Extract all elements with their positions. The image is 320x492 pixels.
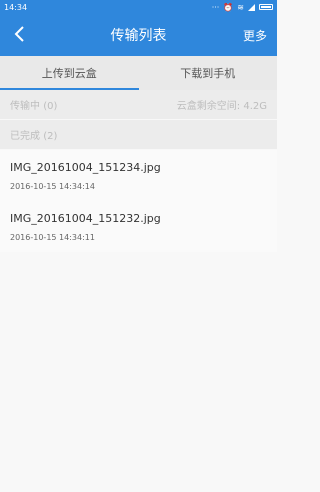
signal-icon — [248, 3, 255, 11]
in-progress-count: (0) — [43, 101, 58, 112]
status-bar: 14:34 ··· ⏰ ≋ — [0, 0, 277, 14]
in-progress-section: 传输中 (0) 云盒剩余空间: 4.2G — [0, 90, 277, 119]
completed-label-group: 已完成 (2) — [10, 127, 57, 142]
status-time: 14:34 — [4, 2, 28, 12]
in-progress-label: 传输中 — [10, 101, 40, 112]
tab-label: 下载到手机 — [180, 67, 236, 80]
in-progress-label-group: 传输中 (0) — [10, 97, 57, 112]
page-title: 传输列表 — [110, 28, 167, 44]
file-name: IMG_20161004_151234.jpg — [10, 161, 161, 174]
completed-label: 已完成 — [10, 131, 40, 142]
list-item[interactable]: IMG_20161004_151232.jpg 2016-10-15 14:34… — [0, 201, 277, 252]
tab-bar: 上传到云盒 下载到手机 — [0, 56, 277, 90]
file-time: 2016-10-15 14:34:14 — [10, 182, 95, 191]
tab-label: 上传到云盒 — [41, 67, 97, 80]
wifi-icon: ≋ — [237, 2, 244, 12]
more-button[interactable]: 更多 — [243, 14, 267, 56]
app-bar: 传输列表 更多 — [0, 14, 277, 56]
alarm-icon: ⏰ — [223, 2, 234, 12]
tab-upload-to-cloud[interactable]: 上传到云盒 — [0, 56, 139, 90]
dots-icon: ··· — [211, 2, 220, 12]
file-name: IMG_20161004_151232.jpg — [10, 212, 161, 225]
file-time: 2016-10-15 14:34:11 — [10, 233, 95, 242]
list-item[interactable]: IMG_20161004_151234.jpg 2016-10-15 14:34… — [0, 150, 277, 201]
completed-count: (2) — [43, 131, 58, 142]
cloud-space-text: 云盒剩余空间: 4.2G — [176, 101, 267, 112]
file-list: IMG_20161004_151234.jpg 2016-10-15 14:34… — [0, 150, 277, 252]
battery-icon — [259, 4, 273, 10]
status-icons: ··· ⏰ ≋ — [212, 3, 273, 12]
tab-download-to-phone[interactable]: 下载到手机 — [139, 56, 278, 90]
completed-section: 已完成 (2) — [0, 120, 277, 149]
